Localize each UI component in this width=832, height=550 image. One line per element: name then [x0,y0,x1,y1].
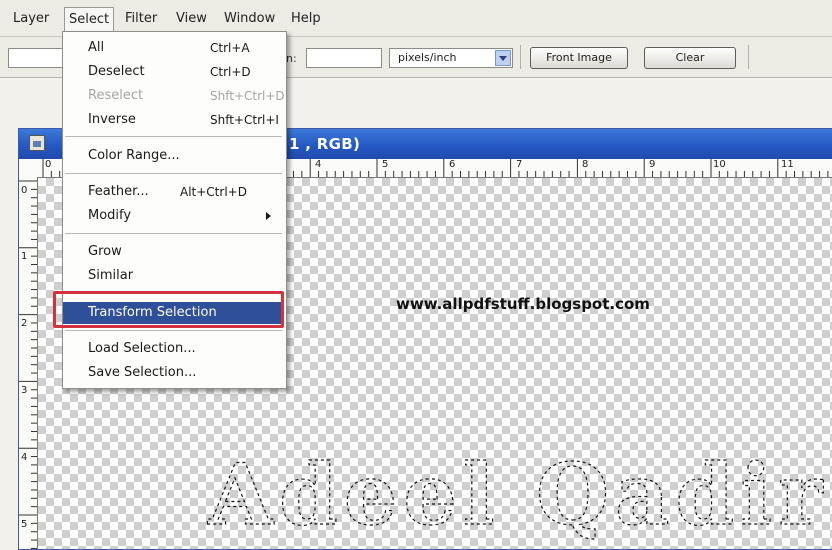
menu-item-label: Grow [88,244,122,259]
ruler-label: 4 [315,159,322,170]
menu-help[interactable]: Help [287,9,325,29]
ruler-label: 5 [21,519,28,530]
menu-separator [65,330,282,331]
menu-item-similar[interactable]: Similar [63,265,284,287]
submenu-arrow-icon [266,212,271,220]
menu-item-label: All [88,40,105,55]
ruler-label: 0 [45,159,52,170]
menu-item-shortcut: Shft+Ctrl+D [210,89,285,103]
ruler-label: 1 [21,251,28,262]
front-image-button[interactable]: Front Image [530,47,628,69]
menu-item-color-range[interactable]: Color Range... [63,145,284,167]
menu-item-label: Modify [88,208,132,223]
menu-separator [65,173,282,174]
ruler-label: 0 [21,185,28,196]
clear-button[interactable]: Clear [644,47,736,69]
menu-item-shortcut: Shft+Ctrl+I [210,113,279,127]
menu-item-feather[interactable]: Feather... Alt+Ctrl+D [63,181,284,203]
menu-item-label: Load Selection... [88,341,196,356]
menu-separator [65,233,282,234]
menu-item-label: Color Range... [88,148,180,163]
menu-item-label: Similar [88,268,134,283]
menu-item-label: Deselect [88,64,145,79]
toolbar-divider [520,45,521,69]
ruler-label: 2 [21,318,28,329]
ruler-vertical: 0 1 2 3 4 5 [19,177,38,549]
menu-item-modify[interactable]: Modify [63,205,284,227]
resolution-unit-select[interactable]: pixels/inch [389,48,513,68]
menu-item-grow[interactable]: Grow [63,241,284,263]
callout-highlight-box [53,291,284,328]
ruler-ticks [19,180,37,549]
resolution-input[interactable] [306,48,382,68]
ruler-label: 10 [713,159,726,170]
menu-window[interactable]: Window [220,9,279,29]
menu-item-all[interactable]: All Ctrl+A [63,37,284,59]
ruler-label: 8 [582,159,589,170]
menu-item-reselect: Reselect Shft+Ctrl+D [63,85,285,107]
ruler-label: 6 [449,159,456,170]
selection-text-outline: Adeel Qadir [207,445,828,544]
menu-select[interactable]: Select [64,7,115,32]
menu-item-shortcut: Ctrl+D [210,65,251,79]
document-title: 1 , RGB) [289,135,361,153]
resolution-unit-value: pixels/inch [398,51,457,64]
resolution-label: n: [286,52,297,65]
ruler-label: 11 [781,159,794,170]
menu-item-inverse[interactable]: Inverse Shft+Ctrl+I [63,109,284,131]
menu-layer[interactable]: Layer [9,9,53,29]
ruler-label: 3 [21,385,28,396]
chevron-down-icon[interactable] [495,50,511,66]
menu-item-save-selection[interactable]: Save Selection... [63,362,284,384]
menu-item-shortcut: Ctrl+A [210,41,250,55]
menu-item-label: Feather... [88,184,149,199]
document-icon [29,135,45,151]
ruler-label: 9 [649,159,656,170]
menu-view[interactable]: View [172,9,211,29]
select-dropdown-menu: All Ctrl+A Deselect Ctrl+D Reselect Shft… [62,31,287,389]
menu-item-label: Reselect [88,88,144,103]
menu-item-label: Inverse [88,112,136,127]
menu-item-load-selection[interactable]: Load Selection... [63,338,284,360]
width-input[interactable] [8,48,64,68]
menu-item-deselect[interactable]: Deselect Ctrl+D [63,61,284,83]
ruler-label: 4 [21,452,28,463]
ruler-label: 7 [516,159,523,170]
ruler-label: 5 [382,159,389,170]
menu-filter[interactable]: Filter [121,9,161,29]
menu-separator [65,136,282,137]
menu-item-label: Save Selection... [88,365,197,380]
menu-item-shortcut: Alt+Ctrl+D [180,185,247,199]
toolbar-divider [748,45,749,69]
